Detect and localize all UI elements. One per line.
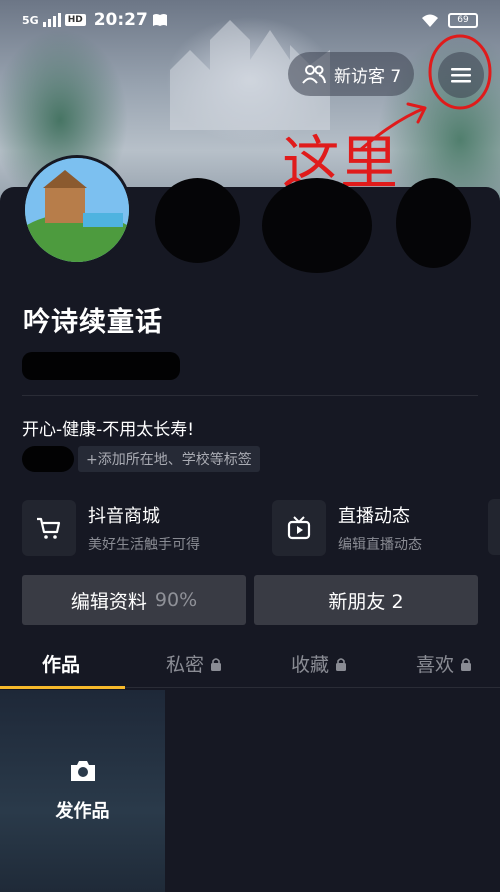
lock-icon [336, 657, 347, 671]
add-tag-button[interactable]: +添加所在地、学校等标签 [78, 446, 260, 472]
service-title: 抖音商城 [88, 506, 160, 527]
tab-private[interactable]: 私密 [166, 650, 222, 677]
service-more[interactable] [488, 499, 500, 555]
profile-completion: 90% [154, 589, 198, 611]
create-post-label: 发作品 [55, 801, 110, 822]
visitors-label: 新访客 7 [334, 66, 402, 87]
wifi-icon [422, 14, 438, 27]
tv-icon [272, 500, 326, 556]
status-bar: 5G HD 20:27 69 [0, 0, 500, 40]
new-visitors-button[interactable]: 新访客 7 [288, 52, 414, 96]
service-subtitle: 编辑直播动态 [338, 537, 422, 553]
active-tab-indicator [0, 686, 125, 689]
tab-works[interactable]: 作品 [42, 650, 80, 677]
people-icon [302, 65, 326, 84]
tab-label: 私密 [166, 654, 205, 676]
clock: 20:27 [93, 10, 148, 30]
tab-bar: 作品 私密 收藏 喜欢 [0, 640, 500, 688]
tab-label: 喜欢 [416, 654, 455, 676]
service-mall[interactable]: 抖音商城 美好生活触手可得 [22, 499, 200, 557]
hd-badge: HD [64, 14, 86, 26]
service-title: 直播动态 [338, 506, 410, 527]
avatar-image [25, 158, 129, 262]
signal-bars-icon [42, 13, 61, 27]
profile-screen: 5G HD 20:27 69 新访客 7 这里 吟诗续童话 开心-健康-不用太长… [0, 0, 500, 892]
battery-icon: 69 [448, 12, 478, 28]
signal-label: 5G [22, 13, 39, 27]
edit-profile-button[interactable]: 编辑资料 90% [22, 575, 246, 625]
book-icon [152, 14, 167, 26]
tab-favorites[interactable]: 收藏 [291, 650, 347, 677]
add-tag-label: +添加所在地、学校等标签 [86, 452, 252, 468]
new-friends-button[interactable]: 新朋友 2 [254, 575, 478, 625]
bio-text[interactable]: 开心-健康-不用太长寿! [22, 415, 194, 440]
service-subtitle: 美好生活触手可得 [88, 537, 200, 553]
menu-button[interactable] [438, 52, 484, 98]
lock-icon [211, 657, 222, 671]
service-live[interactable]: 直播动态 编辑直播动态 [272, 499, 422, 557]
edit-profile-label: 编辑资料 [70, 590, 147, 613]
tab-likes[interactable]: 喜欢 [416, 650, 472, 677]
battery-level: 69 [457, 15, 469, 25]
new-friends-label: 新朋友 2 [328, 590, 404, 613]
friend-avatar[interactable] [155, 178, 240, 263]
friend-avatar[interactable] [262, 178, 372, 273]
create-post-tile[interactable]: 发作品 [0, 690, 165, 892]
hamburger-icon [451, 68, 471, 83]
tab-label: 收藏 [291, 654, 330, 676]
avatar[interactable] [22, 155, 132, 265]
lock-icon [461, 657, 472, 671]
tab-label: 作品 [42, 654, 81, 676]
divider [22, 395, 478, 396]
nickname: 吟诗续童话 [23, 307, 163, 338]
redacted-info [22, 446, 74, 472]
cart-icon [22, 500, 76, 556]
redacted-id [22, 352, 180, 380]
camera-icon [70, 761, 95, 781]
friend-avatar[interactable] [396, 178, 471, 268]
